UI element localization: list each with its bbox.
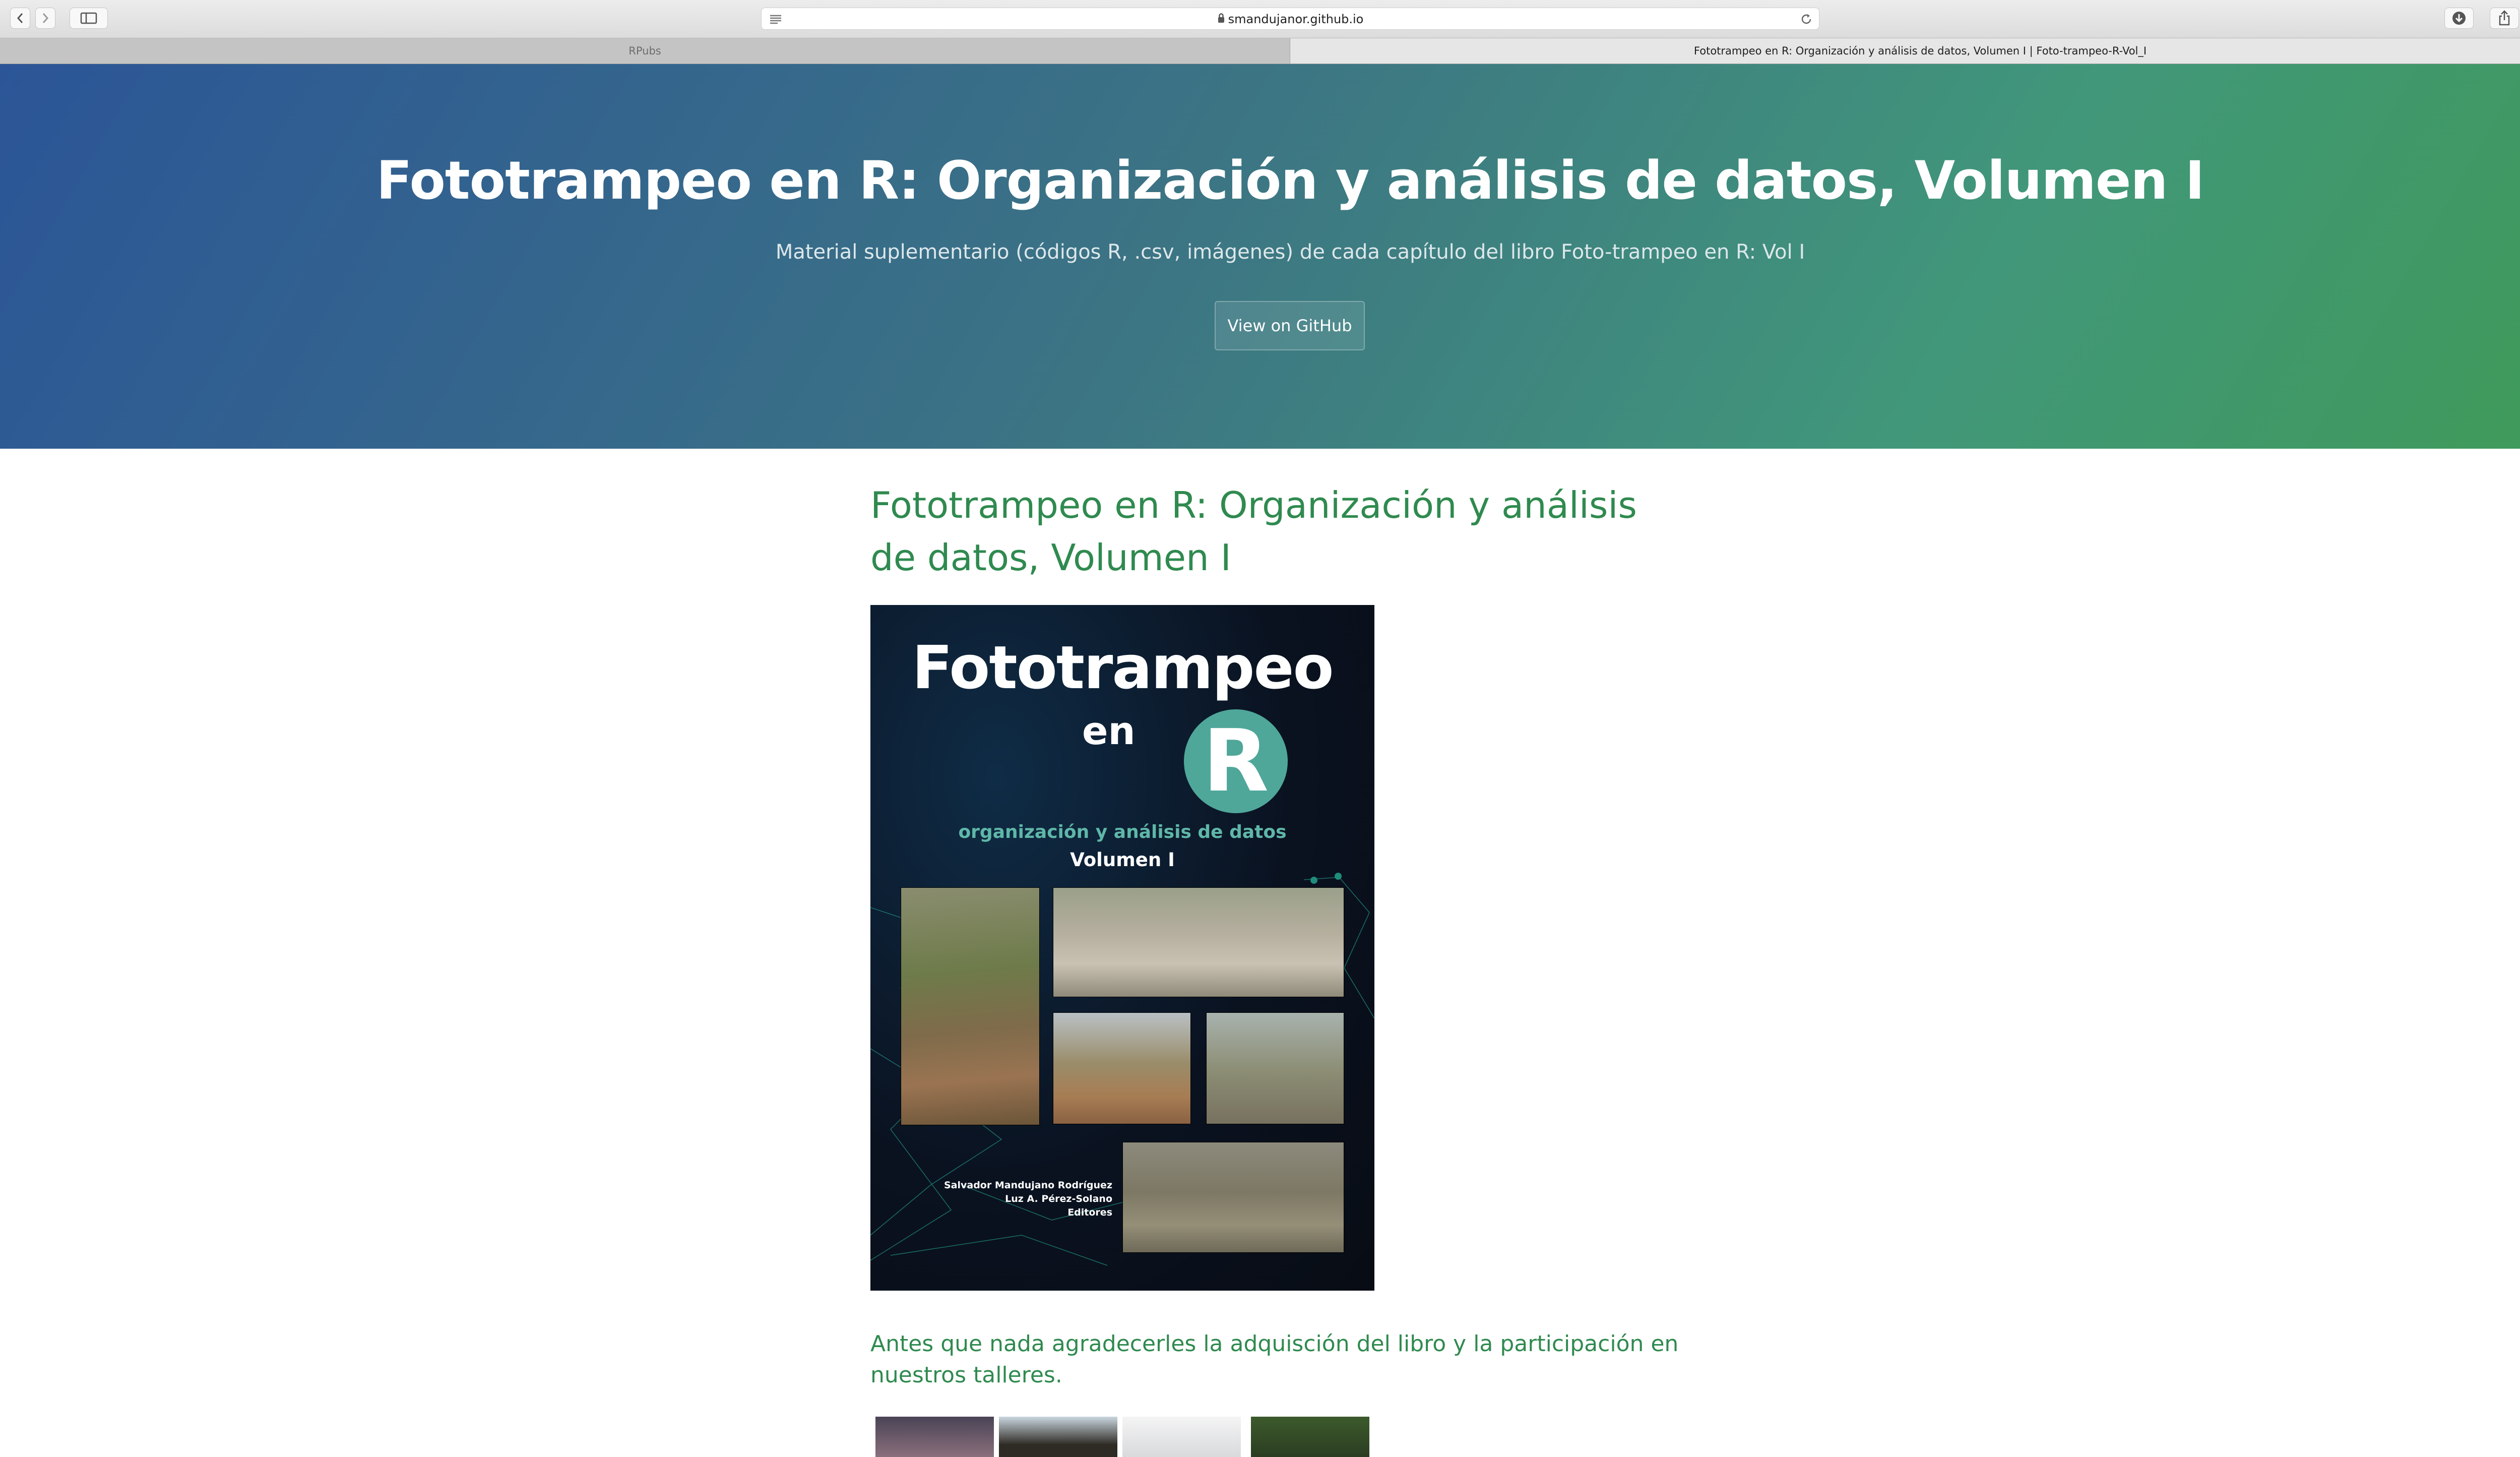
cover-title: Fototrampeo — [912, 633, 1334, 702]
cover-photo-cat — [901, 887, 1040, 1125]
editors-label: Editores — [1067, 1207, 1112, 1218]
cover-photo-fox — [1053, 887, 1344, 997]
page-header: Fototrampeo en R: Organización y análisi… — [0, 64, 2520, 449]
reload-icon[interactable] — [1800, 13, 1813, 28]
tab-rpubs[interactable]: RPubs — [0, 38, 1290, 64]
r-logo-icon: R — [1184, 709, 1288, 813]
tab-active-page[interactable]: Fototrampeo en R: Organización y análisi… — [1290, 38, 2520, 64]
cover-volume: Volumen I — [1070, 849, 1175, 871]
browser-toolbar: smandujanor.github.io — [0, 0, 2520, 38]
book-cover-image: Fototrampeo en R organización y análisis… — [870, 605, 1374, 1291]
back-button[interactable] — [10, 8, 30, 29]
workshop-photo — [1251, 1417, 1369, 1457]
workshop-photo — [1122, 1417, 1241, 1457]
downloads-button[interactable] — [2444, 8, 2474, 29]
view-on-github-button[interactable]: View on GitHub — [1215, 301, 1365, 350]
intro-paragraph: Antes que nada agradecerles la adquisció… — [870, 1331, 1679, 1388]
workshop-photo — [999, 1417, 1117, 1457]
content-heading: Fototrampeo en R: Organización y análisi… — [870, 484, 1637, 579]
cover-photo-peccary — [1206, 1012, 1344, 1124]
url-text: smandujanor.github.io — [1228, 12, 1364, 26]
cover-photo-coyote — [1053, 1012, 1191, 1124]
editor-name: Luz A. Pérez-Solano — [1005, 1193, 1112, 1204]
cover-subtitle: organización y análisis de datos — [958, 822, 1287, 842]
lock-icon — [1217, 9, 1225, 31]
editor-name: Salvador Mandujano Rodríguez — [943, 1180, 1112, 1191]
tab-bar: RPubs Fototrampeo en R: Organización y a… — [0, 38, 2520, 64]
address-bar[interactable]: smandujanor.github.io — [761, 8, 1819, 30]
share-button[interactable] — [2490, 8, 2519, 29]
share-icon — [2499, 10, 2510, 26]
cover-photo-fox-2 — [1122, 1142, 1344, 1253]
cover-en: en — [1082, 708, 1136, 753]
chevron-left-icon — [17, 13, 23, 23]
download-icon — [2452, 12, 2466, 25]
sidebar-button[interactable] — [70, 8, 108, 29]
sidebar-icon — [80, 12, 97, 24]
project-title: Fototrampeo en R: Organización y análisi… — [376, 150, 2205, 211]
chevron-right-icon — [42, 13, 49, 23]
cover-editors: Salvador Mandujano Rodríguez Luz A. Pére… — [931, 1179, 1112, 1220]
project-tagline: Material suplementario (códigos R, .csv,… — [775, 240, 1805, 264]
address-url[interactable]: smandujanor.github.io — [762, 8, 1819, 30]
forward-button[interactable] — [35, 8, 55, 29]
workshop-photo — [875, 1417, 994, 1457]
